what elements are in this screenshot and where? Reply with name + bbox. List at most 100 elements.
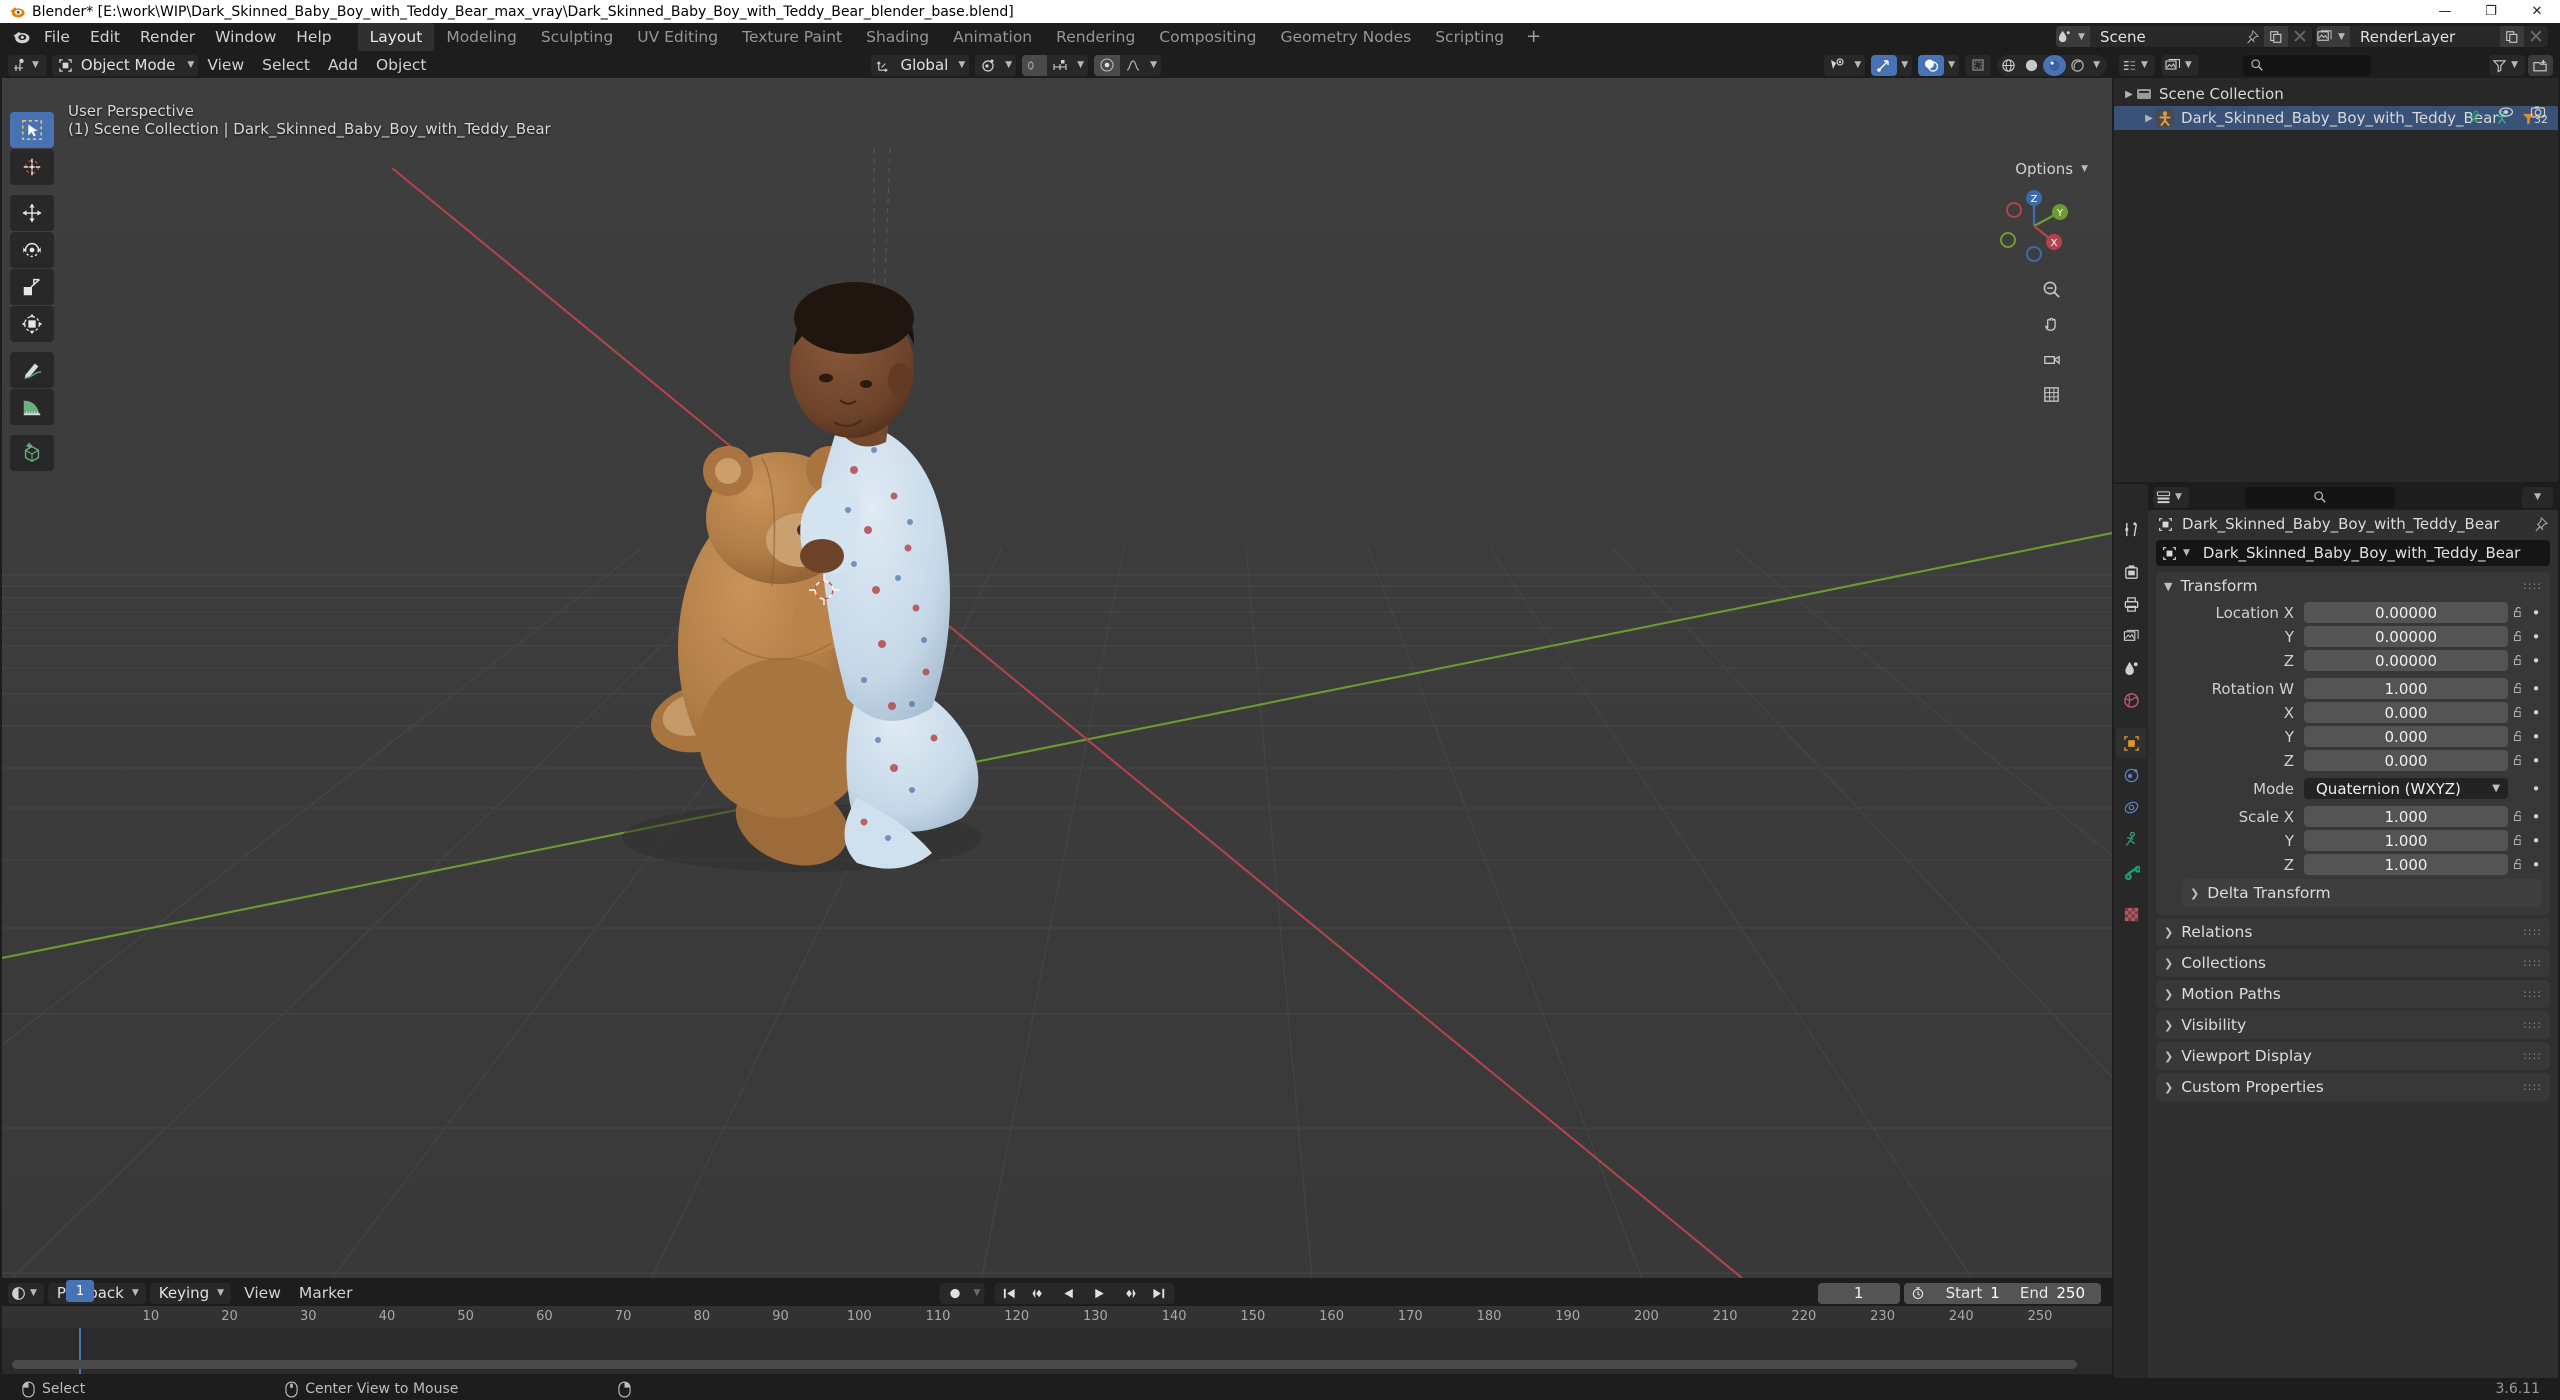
- custom-properties-panel[interactable]: ❯ Custom Properties ::::: [2156, 1073, 2550, 1101]
- animate-property-dot[interactable]: •: [2528, 652, 2544, 670]
- location-y-field[interactable]: 0.00000: [2304, 626, 2508, 647]
- drag-grip-icon[interactable]: ::::: [2523, 1019, 2542, 1030]
- viewport-menu-select[interactable]: Select: [253, 53, 319, 77]
- visibility-selector[interactable]: ▼: [1824, 54, 1866, 76]
- xray-toggle[interactable]: [1965, 54, 1992, 76]
- disclosure-triangle-icon[interactable]: ▶: [2142, 113, 2156, 124]
- new-scene-icon[interactable]: [2264, 26, 2288, 47]
- jump-to-start-button[interactable]: [994, 1283, 1024, 1304]
- motion-paths-panel[interactable]: ❯ Motion Paths ::::: [2156, 980, 2550, 1008]
- viewport-display-panel-header[interactable]: ❯ Viewport Display ::::: [2156, 1042, 2550, 1070]
- playback-controls[interactable]: ▼: [939, 1282, 1175, 1304]
- scale-z-field[interactable]: 1.000: [2304, 854, 2508, 875]
- disable-in-renders-icon[interactable]: [2530, 104, 2546, 120]
- jump-to-end-button[interactable]: [1144, 1283, 1174, 1304]
- editor-type-selector[interactable]: ▼: [8, 54, 47, 76]
- rotation-z-field[interactable]: 0.000: [2304, 750, 2508, 771]
- show-overlays-icon[interactable]: [1918, 54, 1945, 76]
- material-tab[interactable]: [2116, 899, 2146, 929]
- scale-x-row[interactable]: Scale X 1.000 •: [2156, 806, 2550, 827]
- transport-buttons[interactable]: [994, 1282, 1175, 1304]
- new-view-layer-icon[interactable]: [2500, 26, 2524, 47]
- timeline-playhead[interactable]: 1: [66, 1280, 94, 1302]
- timeline-menu-marker[interactable]: Marker: [290, 1281, 362, 1305]
- interaction-mode-selector[interactable]: Object Mode ▼: [51, 54, 199, 76]
- menu-edit[interactable]: Edit: [81, 24, 129, 50]
- timeline-editor-type-selector[interactable]: ▼: [8, 1282, 44, 1304]
- overlays-toggle-group[interactable]: ▼: [1918, 54, 1960, 76]
- relations-panel[interactable]: ❯ Relations ::::: [2156, 918, 2550, 946]
- chevron-right-icon[interactable]: ❯: [2190, 887, 2199, 900]
- animate-property-dot[interactable]: •: [2528, 832, 2544, 850]
- start-frame-value[interactable]: 1: [1990, 1284, 2016, 1302]
- scene-tab[interactable]: [2116, 653, 2146, 683]
- camera-view-icon[interactable]: [2036, 344, 2066, 374]
- chevron-right-icon[interactable]: ❯: [2164, 1081, 2173, 1094]
- window-close-button[interactable]: ✕: [2514, 0, 2560, 23]
- outliner-row-object[interactable]: ▶ Dark_Skinned_Baby_Boy_with_Teddy_Bear …: [2114, 106, 2558, 130]
- blender-logo-icon[interactable]: [8, 25, 34, 49]
- animate-property-dot[interactable]: •: [2528, 752, 2544, 770]
- drag-grip-icon[interactable]: ::::: [2523, 1050, 2542, 1061]
- workspace-tab-compositing[interactable]: Compositing: [1147, 23, 1268, 51]
- magnet-snap-icon[interactable]: [1022, 54, 1048, 76]
- timeline-horizontal-scrollbar[interactable]: [12, 1360, 2077, 1369]
- scale-y-row[interactable]: Y 1.000 •: [2156, 830, 2550, 851]
- output-tab[interactable]: [2116, 589, 2146, 619]
- frame-range-fields[interactable]: Start 1 End 250: [1903, 1282, 2101, 1304]
- viewport-canvas[interactable]: User Perspective (1) Scene Collection | …: [2, 78, 2112, 1278]
- tweak-select-box-tool[interactable]: [10, 112, 54, 148]
- jump-to-next-keyframe-button[interactable]: [1114, 1283, 1144, 1304]
- viewport-toolbar[interactable]: [10, 112, 54, 472]
- outliner-editor-type-selector[interactable]: ▼: [2119, 54, 2155, 76]
- view-layer-tab[interactable]: [2116, 621, 2146, 651]
- animate-property-dot[interactable]: •: [2528, 856, 2544, 874]
- lock-icon[interactable]: [2508, 810, 2528, 823]
- collections-panel[interactable]: ❯ Collections ::::: [2156, 949, 2550, 977]
- wireframe-shading-icon[interactable]: [1997, 55, 2020, 76]
- scene-selector[interactable]: ▼ Scene ✕: [2056, 26, 2312, 48]
- rotation-mode-dropdown[interactable]: Quaternion (WXYZ) ▼: [2304, 778, 2508, 799]
- workspace-tab-shading[interactable]: Shading: [854, 23, 941, 51]
- xray-icon[interactable]: [1965, 55, 1991, 76]
- rotation-y-field[interactable]: 0.000: [2304, 726, 2508, 747]
- viewport-options-popover[interactable]: Options ▼: [2015, 160, 2092, 178]
- current-frame-field[interactable]: 1: [1817, 1282, 1900, 1304]
- custom-properties-panel-header[interactable]: ❯ Custom Properties ::::: [2156, 1073, 2550, 1101]
- rotation-z-row[interactable]: Z 0.000 •: [2156, 750, 2550, 771]
- drag-grip-icon[interactable]: ::::: [2523, 926, 2542, 937]
- shading-mode-group[interactable]: ▼: [1997, 54, 2107, 76]
- location-x-field[interactable]: 0.00000: [2304, 602, 2508, 623]
- visibility-panel-header[interactable]: ❯ Visibility ::::: [2156, 1011, 2550, 1039]
- zoom-icon[interactable]: [2036, 274, 2066, 304]
- properties-options-popover[interactable]: ▼: [2522, 486, 2553, 508]
- lock-icon[interactable]: [2508, 654, 2528, 667]
- tool-tab[interactable]: [2116, 514, 2146, 544]
- play-button[interactable]: [1084, 1283, 1114, 1304]
- chevron-right-icon[interactable]: ❯: [2164, 926, 2173, 939]
- transform-orientation-selector[interactable]: Global ▼: [871, 54, 970, 76]
- delta-transform-header[interactable]: ❯ Delta Transform: [2182, 879, 2542, 907]
- lock-icon[interactable]: [2508, 754, 2528, 767]
- animate-property-dot[interactable]: •: [2528, 628, 2544, 646]
- menu-file[interactable]: File: [35, 24, 79, 50]
- menu-help[interactable]: Help: [287, 24, 340, 50]
- window-minimize-button[interactable]: —: [2422, 0, 2468, 23]
- world-tab[interactable]: [2116, 685, 2146, 715]
- falloff-curve-icon[interactable]: [1120, 55, 1146, 76]
- lock-icon[interactable]: [2508, 682, 2528, 695]
- transform-panel[interactable]: ▼ Transform :::: Location X 0.00000 • Y …: [2156, 572, 2550, 915]
- annotate-tool[interactable]: [10, 352, 54, 388]
- transform-tool[interactable]: [10, 306, 54, 342]
- outliner-editor[interactable]: ▼ ▼ ▼ ▶ Scene Collection ▶ Dark_Skinned_…: [2114, 52, 2558, 482]
- viewport-nav-buttons[interactable]: [2036, 274, 2066, 409]
- workspace-tab-animation[interactable]: Animation: [941, 23, 1044, 51]
- lock-icon[interactable]: [2508, 706, 2528, 719]
- chevron-right-icon[interactable]: ❯: [2164, 1050, 2173, 1063]
- rotation-w-row[interactable]: Rotation W 1.000 •: [2156, 678, 2550, 699]
- relations-panel-header[interactable]: ❯ Relations ::::: [2156, 918, 2550, 946]
- menu-render[interactable]: Render: [131, 24, 204, 50]
- window-controls[interactable]: — ❐ ✕: [2422, 0, 2560, 23]
- cursor-tool[interactable]: [10, 149, 54, 185]
- rendered-shading-icon[interactable]: [2066, 55, 2089, 76]
